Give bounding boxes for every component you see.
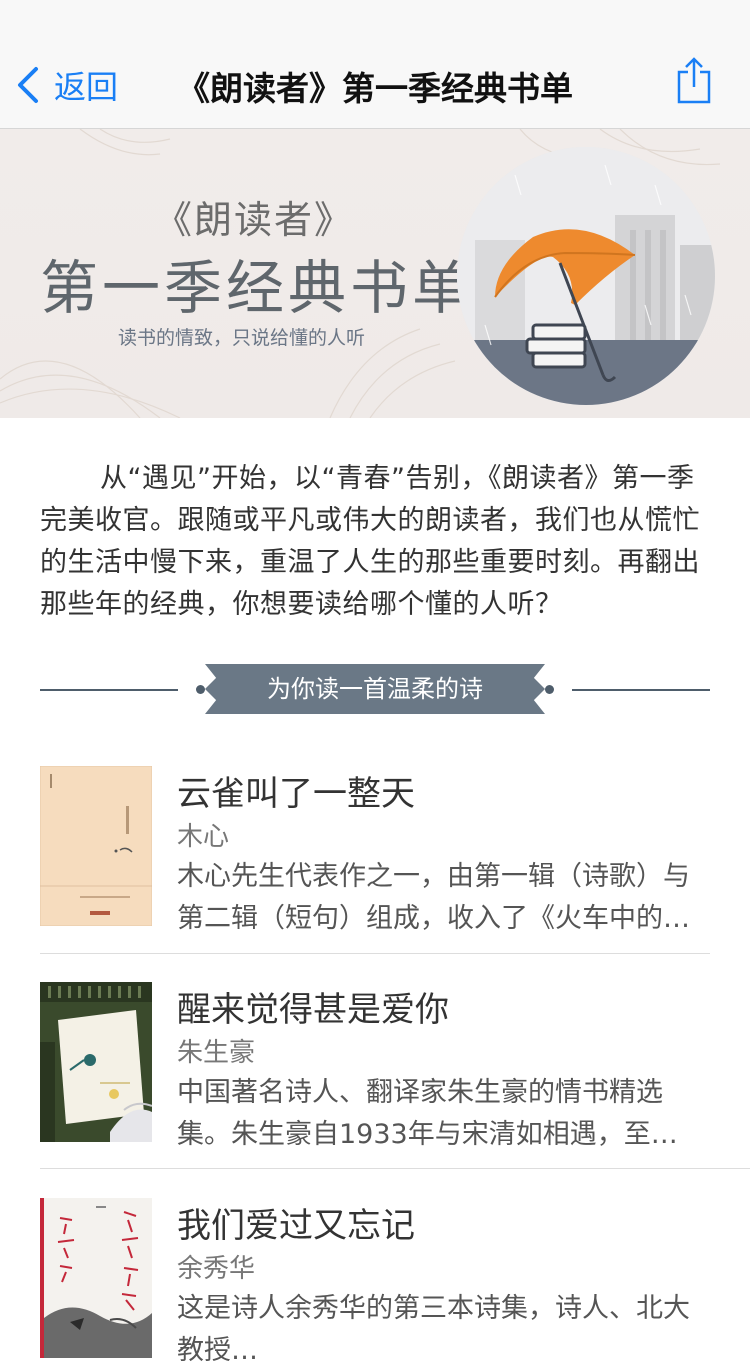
book-author: 朱生豪 xyxy=(177,1038,256,1068)
book-description: 中国著名诗人、翻译家朱生豪的情书精选 集。朱生豪自1933年与宋清如相遇，至… xyxy=(177,1072,712,1156)
section-title: 为你读一首温柔的诗 xyxy=(267,675,483,703)
book-title: 我们爱过又忘记 xyxy=(177,1206,415,1246)
book-item[interactable]: 我们爱过又忘记 余秀华 这是诗人余秀华的第三本诗集，诗人、北大 教授… xyxy=(40,1198,750,1366)
divider-dot-left xyxy=(196,685,205,694)
book-item[interactable]: 云雀叫了一整天 木心 木心先生代表作之一，由第一辑（诗歌）与 第二辑（短句）组成… xyxy=(40,766,750,936)
book-title: 云雀叫了一整天 xyxy=(177,774,415,814)
book-description-line: 这是诗人余秀华的第三本诗集，诗人、北大 xyxy=(177,1293,690,1324)
divider-dot-right xyxy=(545,685,554,694)
hero-banner: 《朗读者》 第一季经典书单 读书的情致，只说给懂的人听 xyxy=(0,129,750,418)
book-description-line: 集。朱生豪自1933年与宋清如相遇，至… xyxy=(177,1119,678,1150)
divider-line-right xyxy=(572,689,710,691)
banner-title: 第一季经典书单 xyxy=(40,254,475,322)
back-label: 返回 xyxy=(54,68,119,106)
navigation-bar: 返回 《朗读者》第一季经典书单 xyxy=(0,0,750,129)
book-description-line: 中国著名诗人、翻译家朱生豪的情书精选 xyxy=(177,1077,663,1108)
list-divider xyxy=(40,953,710,954)
share-icon xyxy=(677,57,711,104)
book-cover xyxy=(40,982,152,1142)
intro-paragraph: 从“遇见”开始，以“青春”告别，《朗读者》第一季完美收官。跟随或平凡或伟大的朗读… xyxy=(40,458,710,626)
intro-line: 从“遇见”开始，以“青春”告别，《朗读者》第一 xyxy=(100,463,667,494)
section-header: 为你读一首温柔的诗 xyxy=(40,664,710,716)
book-description-line: 第二辑（短句）组成，收入了《火车中的… xyxy=(177,903,690,934)
book-description: 木心先生代表作之一，由第一辑（诗歌）与 第二辑（短句）组成，收入了《火车中的… xyxy=(177,856,712,940)
umbrella-books-illustration xyxy=(457,147,715,405)
back-button[interactable]: 返回 xyxy=(14,60,118,110)
book-cover xyxy=(40,1198,152,1358)
book-author: 余秀华 xyxy=(177,1254,256,1284)
book-cover xyxy=(40,766,152,926)
chevron-left-icon xyxy=(18,67,38,103)
list-divider xyxy=(40,1168,750,1169)
book-description-line: 教授… xyxy=(177,1335,258,1366)
book-description-line: 木心先生代表作之一，由第一辑（诗歌）与 xyxy=(177,861,690,892)
banner-slogan: 读书的情致，只说给懂的人听 xyxy=(118,327,366,349)
book-description: 这是诗人余秀华的第三本诗集，诗人、北大 教授… xyxy=(177,1288,712,1372)
book-item[interactable]: 醒来觉得甚是爱你 朱生豪 中国著名诗人、翻译家朱生豪的情书精选 集。朱生豪自19… xyxy=(40,982,750,1152)
book-author: 木心 xyxy=(177,822,230,852)
banner-subtitle: 《朗读者》 xyxy=(154,198,355,242)
share-button[interactable] xyxy=(676,56,712,106)
book-title: 醒来觉得甚是爱你 xyxy=(177,990,449,1030)
page-title: 《朗读者》第一季经典书单 xyxy=(177,69,573,108)
divider-line-left xyxy=(40,689,178,691)
